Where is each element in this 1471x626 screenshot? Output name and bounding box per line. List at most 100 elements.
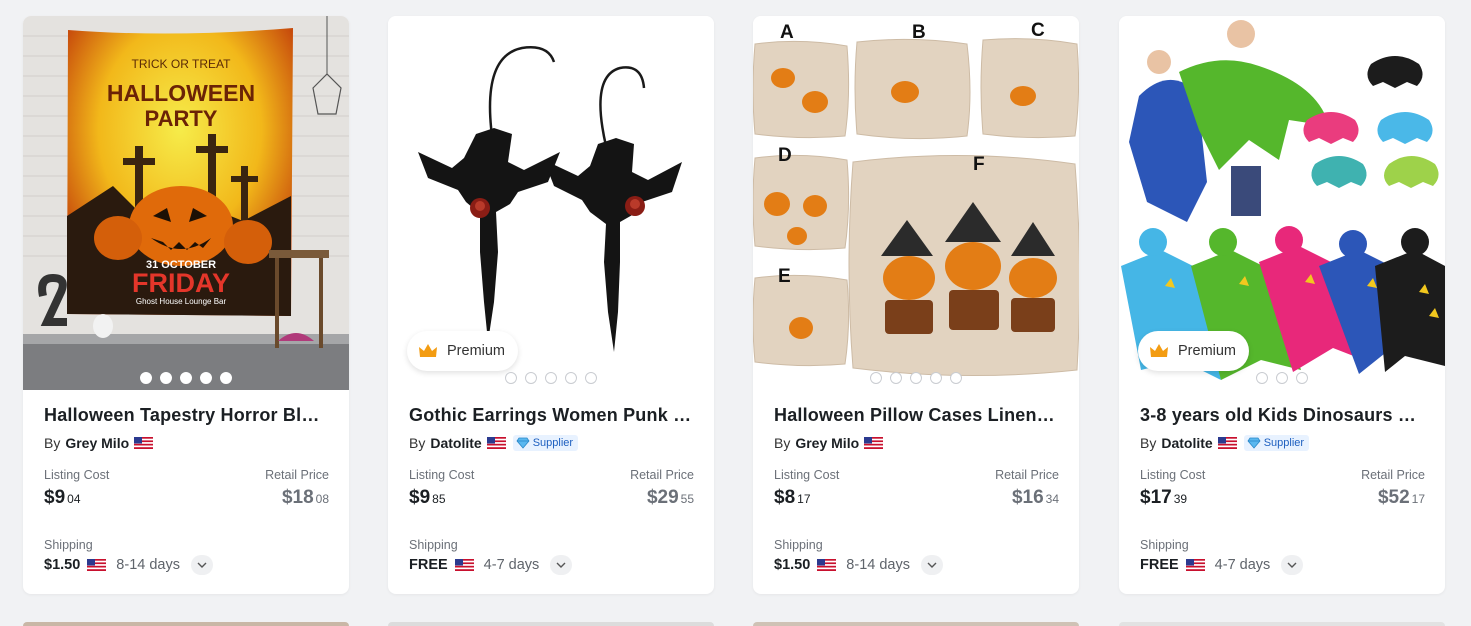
premium-badge: Premium: [1138, 331, 1250, 371]
product-image[interactable]: Premium: [388, 16, 714, 390]
carousel-dots[interactable]: [753, 372, 1079, 384]
product-title[interactable]: 3-8 years old Kids Dinosaurs Cos...: [1140, 404, 1425, 426]
next-row-cards: [0, 622, 1471, 626]
price-section: Listing Cost $9 85 Retail Price $29 55: [409, 468, 694, 510]
retail-price-label: Retail Price: [995, 468, 1059, 482]
carousel-dot[interactable]: [585, 372, 597, 384]
shipping-days: 4-7 days: [483, 557, 540, 573]
carousel-dot[interactable]: [910, 372, 922, 384]
chevron-down-icon: [197, 562, 207, 568]
shipping-expand-button[interactable]: [550, 555, 573, 575]
carousel-dot[interactable]: [180, 372, 192, 384]
carousel-dot[interactable]: [950, 372, 962, 384]
retail-price-dollars: $52: [1377, 487, 1410, 508]
shipping-cost: $1.50: [44, 557, 81, 573]
carousel-dot[interactable]: [1296, 372, 1308, 384]
shipping-section: Shipping FREE 4-7 days: [409, 538, 694, 575]
image-text-party: PARTY: [145, 106, 218, 131]
label-e: E: [778, 266, 791, 287]
product-image[interactable]: TRICK OR TREAT HALLOWEEN PARTY 31 OCTOBE…: [23, 16, 349, 390]
retail-price: Retail Price $52 17: [1361, 468, 1425, 510]
seller-name[interactable]: Grey Milo: [795, 435, 859, 451]
retail-price-cents: 34: [1045, 492, 1059, 506]
carousel-dot[interactable]: [870, 372, 882, 384]
seller-name[interactable]: Grey Milo: [65, 435, 129, 451]
shipping-cost: $1.50: [774, 557, 811, 573]
shipping-cost: FREE: [409, 557, 448, 573]
carousel-dots[interactable]: [1119, 372, 1445, 384]
seller-name[interactable]: Datolite: [430, 435, 481, 451]
product-card[interactable]: A B C D F E Halloween Pillow Cases Linen…: [753, 16, 1079, 594]
carousel-dots[interactable]: [23, 372, 349, 384]
carousel-dot[interactable]: [545, 372, 557, 384]
label-f: F: [973, 154, 985, 175]
carousel-dot[interactable]: [525, 372, 537, 384]
product-card[interactable]: TRICK OR TREAT HALLOWEEN PARTY 31 OCTOBE…: [23, 16, 349, 594]
us-flag-icon: [134, 437, 154, 449]
by-prefix: By: [44, 435, 61, 451]
next-card-peek: [753, 622, 1079, 626]
shipping-section: Shipping $1.50 8-14 days: [774, 538, 1059, 575]
shipping-section: Shipping $1.50 8-14 days: [44, 538, 329, 575]
image-text-trick: TRICK OR TREAT: [132, 57, 232, 71]
chevron-down-icon: [556, 562, 566, 568]
supplier-badge: Supplier: [1243, 435, 1310, 451]
seller-line: By Datolite Supplier: [409, 434, 694, 452]
product-title[interactable]: Halloween Pillow Cases Linen So...: [774, 404, 1059, 426]
product-card[interactable]: Premium 3-8 years old Kids Dinosaurs Cos…: [1119, 16, 1445, 594]
image-text-friday: FRIDAY: [132, 268, 230, 298]
shipping-expand-button[interactable]: [920, 555, 943, 575]
price-section: Listing Cost $8 17 Retail Price $16 34: [774, 468, 1059, 510]
retail-price: Retail Price $18 08: [265, 468, 329, 510]
tapestry-image: TRICK OR TREAT HALLOWEEN PARTY 31 OCTOBE…: [23, 16, 349, 390]
listing-cost: Listing Cost $8 17: [774, 468, 839, 510]
carousel-dot[interactable]: [1276, 372, 1288, 384]
next-card-peek: [388, 622, 714, 626]
by-prefix: By: [1140, 435, 1157, 451]
retail-price-cents: 55: [680, 492, 694, 506]
next-card-peek: [1119, 622, 1445, 626]
price-section: Listing Cost $9 04 Retail Price $18 08: [44, 468, 329, 510]
carousel-dot[interactable]: [200, 372, 212, 384]
product-title[interactable]: Gothic Earrings Women Punk St...: [409, 404, 694, 426]
carousel-dot[interactable]: [930, 372, 942, 384]
product-image[interactable]: Premium: [1119, 16, 1445, 390]
image-text-halloween: HALLOWEEN: [107, 80, 255, 106]
diamond-icon: [516, 437, 530, 449]
carousel-dot[interactable]: [890, 372, 902, 384]
supplier-label: Supplier: [532, 437, 574, 449]
label-d: D: [778, 145, 792, 166]
carousel-dot[interactable]: [160, 372, 172, 384]
listing-cost-label: Listing Cost: [44, 468, 110, 482]
chevron-down-icon: [927, 562, 937, 568]
listing-cost-dollars: $8: [774, 487, 796, 508]
listing-cost: Listing Cost $9 04: [44, 468, 109, 510]
retail-price-label: Retail Price: [1361, 468, 1425, 482]
us-flag-icon: [817, 559, 837, 571]
by-prefix: By: [409, 435, 426, 451]
carousel-dot[interactable]: [220, 372, 232, 384]
product-image[interactable]: A B C D F E: [753, 16, 1079, 390]
carousel-dot[interactable]: [1256, 372, 1268, 384]
us-flag-icon: [454, 559, 474, 571]
shipping-expand-button[interactable]: [1281, 555, 1304, 575]
carousel-dot[interactable]: [505, 372, 517, 384]
product-title[interactable]: Halloween Tapestry Horror Bloo...: [44, 404, 329, 426]
carousel-dot[interactable]: [565, 372, 577, 384]
product-card[interactable]: Premium Gothic Earrings Women Punk St...…: [388, 16, 714, 594]
pillow-cases-image: A B C D F E: [753, 16, 1079, 390]
shipping-label: Shipping: [774, 538, 823, 552]
shipping-label: Shipping: [409, 538, 458, 552]
carousel-dots[interactable]: [388, 372, 714, 384]
carousel-dot[interactable]: [140, 372, 152, 384]
shipping-days: 8-14 days: [116, 557, 180, 573]
seller-line: By Grey Milo: [774, 434, 1059, 452]
listing-cost-label: Listing Cost: [1140, 468, 1206, 482]
crown-icon: [1150, 344, 1168, 357]
seller-line: By Datolite Supplier: [1140, 434, 1425, 452]
listing-cost-dollars: $9: [44, 487, 66, 508]
retail-price: Retail Price $16 34: [995, 468, 1059, 510]
shipping-expand-button[interactable]: [190, 555, 213, 575]
seller-name[interactable]: Datolite: [1161, 435, 1212, 451]
label-b: B: [912, 22, 926, 43]
